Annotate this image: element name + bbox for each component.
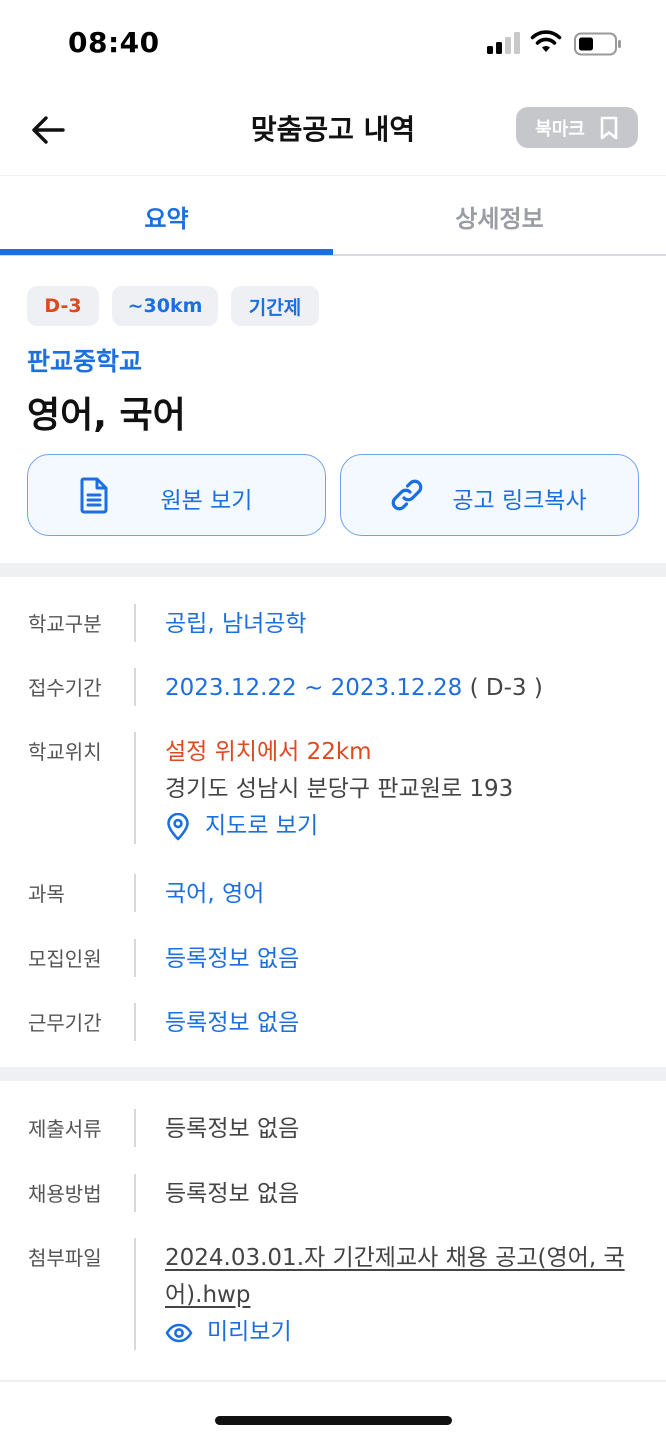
row-separator (134, 939, 136, 977)
row-separator (134, 1003, 136, 1041)
document-icon (80, 477, 108, 514)
subject-value: 국어, 영어 (165, 881, 265, 907)
location-address: 경기도 성남시 분당구 판교원로 193 (165, 776, 514, 802)
school-name: 판교중학교 (27, 347, 143, 376)
status-bar: 08:40 (0, 0, 666, 90)
school-type-value: 공립, 남녀공학 (165, 611, 307, 637)
link-icon (391, 479, 423, 511)
signal-icon (487, 32, 520, 54)
location-distance: 설정 위치에서 22km (165, 739, 372, 765)
preview-label: 미리보기 (207, 1319, 292, 1345)
recruit-value: 등록정보 없음 (165, 946, 300, 972)
section-divider (0, 1067, 666, 1081)
info-label: 근무기간 (28, 1011, 102, 1035)
bookmark-button[interactable]: 북마크 (516, 107, 638, 148)
location-value: 설정 위치에서 22km 경기도 성남시 분당구 판교원로 193 지도로 보기 (165, 734, 513, 845)
row-separator (134, 874, 136, 912)
period-dday: ( D-3 ) (462, 675, 543, 701)
view-map-label: 지도로 보기 (205, 813, 319, 839)
dday-chip: D-3 (27, 286, 99, 326)
status-time: 08:40 (68, 26, 160, 59)
home-indicator[interactable] (215, 1416, 452, 1425)
view-original-button[interactable]: 원본 보기 (27, 454, 326, 536)
row-separator (134, 604, 136, 642)
row-separator (134, 668, 136, 706)
info-label: 학교구분 (28, 612, 102, 636)
info-label: 접수기간 (28, 676, 102, 700)
info-label: 모집인원 (28, 947, 102, 971)
active-tab-indicator (0, 249, 333, 255)
row-separator (134, 1174, 136, 1212)
preview-link[interactable]: 미리보기 (165, 1314, 625, 1351)
employment-type-chip: 기간제 (231, 286, 319, 326)
copy-link-label: 공고 링크복사 (452, 488, 587, 514)
copy-link-button[interactable]: 공고 링크복사 (340, 454, 639, 536)
info-label: 제출서류 (28, 1117, 102, 1141)
documents-value: 등록정보 없음 (165, 1116, 300, 1142)
wifi-icon (530, 30, 562, 52)
battery-icon (574, 32, 621, 56)
info-label: 첨부파일 (28, 1246, 102, 1270)
bottom-divider (0, 1380, 666, 1382)
attachment-file-link[interactable]: 2024.03.01.자 기간제교사 채용 공고(영어, 국어).hwp (165, 1240, 625, 1314)
tab-bar: 요약 상세정보 (0, 176, 666, 256)
eye-icon (165, 1323, 193, 1342)
info-label: 학교위치 (28, 740, 102, 764)
tab-summary[interactable]: 요약 (0, 176, 333, 256)
bookmark-label: 북마크 (535, 118, 585, 140)
bookmark-icon (600, 116, 618, 139)
attachment-value: 2024.03.01.자 기간제교사 채용 공고(영어, 국어).hwp 미리보… (165, 1240, 625, 1351)
period-dates: 2023.12.22 ~ 2023.12.28 (165, 675, 463, 701)
section-divider (0, 563, 666, 577)
app-header: 맞춤공고 내역 북마크 (0, 90, 666, 176)
tag-chips: D-3 ~30km 기간제 (27, 286, 319, 326)
info-label: 채용방법 (28, 1182, 102, 1206)
view-original-label: 원본 보기 (160, 488, 253, 514)
work-period-value: 등록정보 없음 (165, 1010, 300, 1036)
location-pin-icon (167, 812, 189, 840)
tab-details[interactable]: 상세정보 (333, 176, 666, 256)
distance-chip: ~30km (112, 286, 218, 326)
period-value: 2023.12.22 ~ 2023.12.28 ( D-3 ) (165, 670, 543, 707)
subject-title: 영어, 국어 (27, 395, 186, 436)
row-separator (134, 1238, 136, 1350)
info-label: 과목 (28, 882, 65, 906)
row-separator (134, 1109, 136, 1147)
method-value: 등록정보 없음 (165, 1181, 300, 1207)
view-map-link[interactable]: 지도로 보기 (165, 808, 513, 845)
row-separator (134, 732, 136, 844)
